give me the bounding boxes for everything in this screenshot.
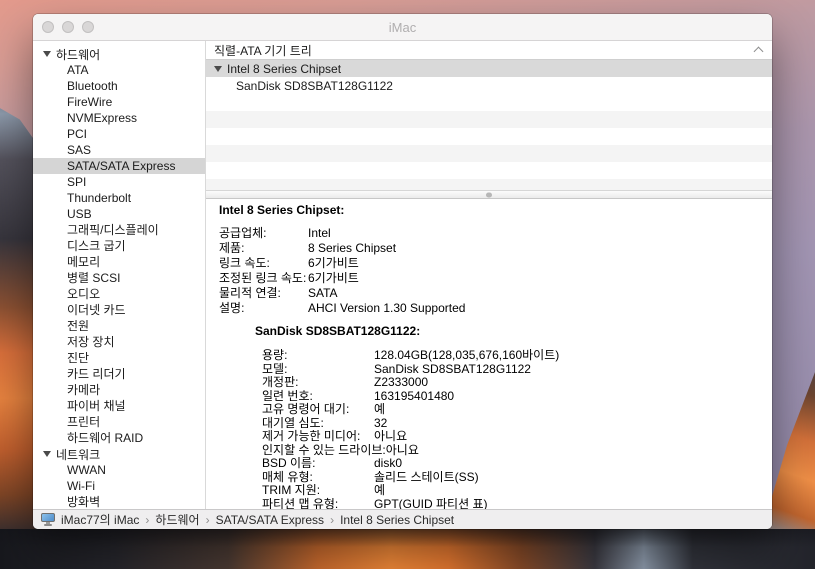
device-tree[interactable]: Intel 8 Series Chipset SanDisk SD8SBAT12… [206, 60, 772, 190]
sidebar-item-pci[interactable]: PCI [33, 126, 205, 142]
detail-row: 파티션 맵 유형:GPT(GUID 파티션 표) [255, 498, 772, 510]
disclosure-triangle-icon [43, 451, 51, 457]
sort-ascending-chevron-icon [754, 46, 764, 56]
status-bar: iMac77의 iMac › 하드웨어 › SATA/SATA Express … [33, 509, 772, 529]
window-titlebar: iMac [33, 14, 772, 41]
breadcrumb-item-computer: iMac77의 iMac [61, 511, 139, 528]
sidebar-item-spi[interactable]: SPI [33, 174, 205, 190]
sidebar-item-parallel-scsi[interactable]: 병렬 SCSI [33, 270, 205, 286]
window-title: iMac [33, 20, 772, 35]
device-tree-column-header[interactable]: 직렬-ATA 기기 트리 [206, 41, 772, 60]
detail-row: 링크 속도:6기가비트 [219, 256, 772, 271]
sidebar-item-hardware-raid[interactable]: 하드웨어 RAID [33, 430, 205, 446]
sidebar-item-firewire[interactable]: FireWire [33, 94, 205, 110]
breadcrumb: iMac77의 iMac › 하드웨어 › SATA/SATA Express … [61, 511, 454, 528]
breadcrumb-separator: › [330, 513, 334, 527]
sidebar-item-sas[interactable]: SAS [33, 142, 205, 158]
breadcrumb-item-chipset: Intel 8 Series Chipset [340, 513, 454, 527]
detail-row: 물리적 연결:SATA [219, 286, 772, 301]
wallpaper-mountain-bottom [0, 529, 815, 569]
detail-row: 설명:AHCI Version 1.30 Supported [219, 301, 772, 316]
detail-section-sandisk: SanDisk SD8SBAT128G1122: 용량:128.04GB(128… [255, 324, 772, 509]
sidebar-item-nvmexpress[interactable]: NVMExpress [33, 110, 205, 126]
detail-row: 고유 명령어 대기:예 [255, 403, 772, 417]
splitter-dot-icon [486, 192, 492, 197]
tree-empty-row [206, 94, 772, 111]
main-panel: 직렬-ATA 기기 트리 Intel 8 Series Chipset SanD… [206, 41, 772, 509]
window-body: 하드웨어 ATA Bluetooth FireWire NVMExpress P… [33, 41, 772, 509]
sidebar-item-sata-sata-express[interactable]: SATA/SATA Express [33, 158, 205, 174]
tree-empty-row [206, 162, 772, 179]
sidebar-item-wifi[interactable]: Wi-Fi [33, 478, 205, 494]
disclosure-triangle-icon[interactable] [214, 66, 222, 72]
detail-row: 제거 가능한 미디어:아니요 [255, 430, 772, 444]
detail-row: 모델:SanDisk SD8SBAT128G1122 [255, 363, 772, 377]
detail-row: 제품:8 Series Chipset [219, 241, 772, 256]
disclosure-triangle-icon [43, 51, 51, 57]
sidebar-item-diagnostics[interactable]: 진단 [33, 350, 205, 366]
breadcrumb-separator: › [145, 513, 149, 527]
detail-row: BSD 이름:disk0 [255, 457, 772, 471]
sidebar-item-storage[interactable]: 저장 장치 [33, 334, 205, 350]
tree-empty-row [206, 111, 772, 128]
sidebar-item-memory[interactable]: 메모리 [33, 254, 205, 270]
sidebar[interactable]: 하드웨어 ATA Bluetooth FireWire NVMExpress P… [33, 41, 206, 509]
detail-row: 인지할 수 있는 드라이브:아니요 [255, 444, 772, 458]
zoom-button[interactable] [82, 21, 94, 33]
sidebar-item-firewall[interactable]: 방화벽 [33, 494, 205, 509]
system-information-window: iMac 하드웨어 ATA Bluetooth FireWire NVMExpr… [33, 14, 772, 529]
device-tree-header-label: 직렬-ATA 기기 트리 [214, 42, 312, 59]
breadcrumb-separator: › [206, 513, 210, 527]
detail-row: 용량:128.04GB(128,035,676,160바이트) [255, 349, 772, 363]
detail-panel[interactable]: Intel 8 Series Chipset: 공급업체:Intel 제품:8 … [206, 199, 772, 509]
breadcrumb-item-sata: SATA/SATA Express [216, 513, 324, 527]
sidebar-item-audio[interactable]: 오디오 [33, 286, 205, 302]
sidebar-item-graphics-displays[interactable]: 그래픽/디스플레이 [33, 222, 205, 238]
traffic-light-buttons [33, 21, 94, 33]
sidebar-item-bluetooth[interactable]: Bluetooth [33, 78, 205, 94]
sidebar-item-ata[interactable]: ATA [33, 62, 205, 78]
sidebar-item-card-reader[interactable]: 카드 리더기 [33, 366, 205, 382]
sidebar-item-disc-burning[interactable]: 디스크 굽기 [33, 238, 205, 254]
tree-row-sandisk-sd8sbat128g1122[interactable]: SanDisk SD8SBAT128G1122 [206, 77, 772, 94]
sidebar-item-ethernet-cards[interactable]: 이더넷 카드 [33, 302, 205, 318]
imac-icon [41, 513, 55, 526]
detail-section-title-sandisk: SanDisk SD8SBAT128G1122: [255, 324, 772, 339]
tree-empty-row [206, 179, 772, 190]
tree-empty-row [206, 145, 772, 162]
detail-row: TRIM 지원:예 [255, 484, 772, 498]
sidebar-item-wwan[interactable]: WWAN [33, 462, 205, 478]
close-button[interactable] [42, 21, 54, 33]
sidebar-section-hardware[interactable]: 하드웨어 [33, 46, 205, 62]
sidebar-item-power[interactable]: 전원 [33, 318, 205, 334]
detail-row: 대기열 심도:32 [255, 417, 772, 431]
sidebar-section-network[interactable]: 네트워크 [33, 446, 205, 462]
minimize-button[interactable] [62, 21, 74, 33]
tree-row-intel-8-series-chipset[interactable]: Intel 8 Series Chipset [206, 60, 772, 77]
sidebar-item-thunderbolt[interactable]: Thunderbolt [33, 190, 205, 206]
sidebar-item-printers[interactable]: 프린터 [33, 414, 205, 430]
detail-section-title-intel: Intel 8 Series Chipset: [219, 203, 772, 218]
detail-row: 조정된 링크 속도:6기가비트 [219, 271, 772, 286]
sidebar-item-camera[interactable]: 카메라 [33, 382, 205, 398]
breadcrumb-item-hardware: 하드웨어 [155, 511, 199, 528]
tree-empty-row [206, 128, 772, 145]
detail-row: 공급업체:Intel [219, 226, 772, 241]
detail-row: 매체 유형:솔리드 스테이트(SS) [255, 471, 772, 485]
detail-row: 일련 번호:163195401480 [255, 390, 772, 404]
sidebar-item-usb[interactable]: USB [33, 206, 205, 222]
sidebar-item-fibre-channel[interactable]: 파이버 채널 [33, 398, 205, 414]
detail-rows-intel: 공급업체:Intel 제품:8 Series Chipset 링크 속도:6기가… [219, 226, 772, 316]
detail-row: 개정판:Z2333000 [255, 376, 772, 390]
splitter-handle[interactable] [206, 190, 772, 199]
